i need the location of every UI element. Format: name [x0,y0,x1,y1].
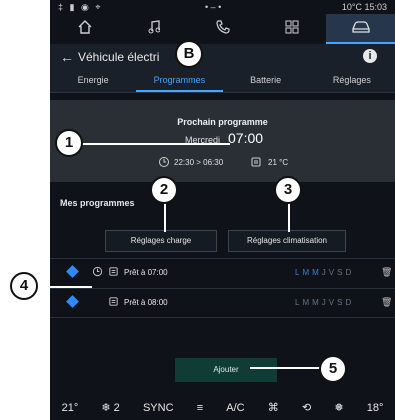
status-bar: ‡ ▮ ◉ ⌖ • – • 10°C 15:03 [50,0,395,14]
day-label: V [328,268,338,277]
trash-icon[interactable]: 🗑 [381,297,392,308]
status-icons: ‡ ▮ ◉ ⌖ [58,2,103,12]
temp-right[interactable]: 18° [367,402,384,414]
callout-2: 2 [150,176,178,204]
recirculation-button[interactable]: ⟲ [302,401,311,414]
page-header: ← Véhicule électri i [50,44,395,70]
tab-energie[interactable]: Energie [50,70,136,92]
climate-bar: 21° ❄ 2 SYNC ≡ A/C ⌘ ⟲ ❅ 18° [50,395,395,420]
status-dots: • – • [205,2,222,12]
day-label: M [312,268,322,277]
next-program-card: Prochain programme Mercredi 07:00 22:30 … [50,100,395,182]
program-days: LMMJVSD [295,298,354,307]
charge-settings-button[interactable]: Réglages charge [105,230,217,252]
sub-tabs: Energie Programmes Batterie Réglages [50,70,395,93]
charge-clock-icon [158,156,170,171]
day-label: V [328,298,338,307]
add-program-button[interactable]: Ajouter [175,358,277,382]
seat-heat-button[interactable]: ❄ 2 [101,401,119,414]
callout-5-leader [250,367,320,369]
tab-reglages[interactable]: Réglages [309,70,395,92]
callout-4: 4 [10,272,38,300]
temp-left[interactable]: 21° [62,402,79,414]
page-title: Véhicule électri [78,50,160,64]
day-label: J [321,268,329,277]
tab-programmes[interactable]: Programmes [136,70,223,92]
my-programs-title: Mes programmes [60,198,135,208]
callout-3: 3 [274,176,302,204]
next-program-title: Prochain programme [177,117,268,127]
phone-icon [215,19,230,39]
callout-5: 5 [319,355,347,383]
program-status-icon [66,295,79,308]
music-icon [148,19,160,39]
sync-button[interactable]: SYNC [143,402,174,414]
top-nav-apps[interactable] [257,14,326,44]
back-arrow-icon[interactable]: ← [60,49,74,65]
program-status-icon [66,265,79,278]
program-row[interactable]: Prêt à 08:00 LMMJVSD 🗑 [50,288,395,318]
vent-button[interactable]: ❅ [334,401,343,414]
climate-settings-button[interactable]: Réglages climatisation [228,230,346,252]
day-label: J [321,298,329,307]
car-icon [351,20,371,39]
next-program-range: 22:30 > 06:30 [174,158,224,167]
climate-icon [108,296,119,310]
home-icon [77,19,93,39]
status-temp-time: 10°C 15:03 [341,2,387,12]
day-label: D [345,268,355,277]
day-label: M [302,268,313,277]
day-label: M [302,298,313,307]
rear-defrost-button[interactable]: ⌘ [268,401,279,414]
next-program-time: 07:00 [228,130,264,146]
climate-icon [250,156,262,171]
charge-clock-icon [92,266,103,280]
callout-1: 1 [55,129,83,157]
program-label: Prêt à 07:00 [124,268,168,277]
day-label: M [312,298,322,307]
top-nav-home[interactable] [50,14,119,44]
fan-button[interactable]: ≡ [197,402,203,414]
ac-button[interactable]: A/C [226,402,244,414]
program-row[interactable]: Prêt à 07:00 LMMJVSD 🗑 [50,258,395,287]
climate-icon [108,266,119,280]
tab-batterie[interactable]: Batterie [223,70,309,92]
callout-b: B [175,40,203,68]
callout-1-leader [78,143,230,145]
screen: ‡ ▮ ◉ ⌖ • – • 10°C 15:03 ← Véhicule élec… [50,0,395,420]
top-nav [50,14,395,44]
program-days: LMMJVSD [295,268,354,277]
program-label: Prêt à 08:00 [124,298,168,307]
day-label: D [345,298,355,307]
apps-icon [285,20,299,39]
top-nav-music[interactable] [119,14,188,44]
top-nav-vehicle[interactable] [326,14,395,44]
next-program-temp: 21 °C [268,158,289,167]
info-icon[interactable]: i [363,49,377,63]
top-nav-phone[interactable] [188,14,257,44]
trash-icon[interactable]: 🗑 [381,267,392,278]
